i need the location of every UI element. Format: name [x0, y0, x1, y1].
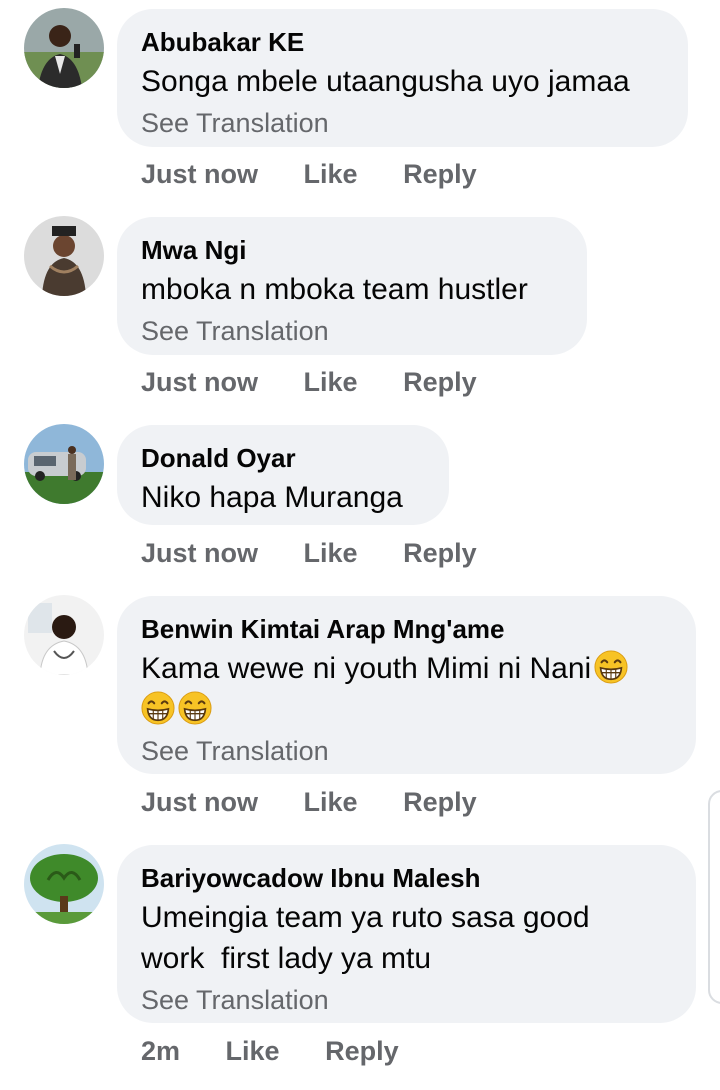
- reply-button[interactable]: Reply: [403, 538, 477, 569]
- avatar[interactable]: [24, 216, 104, 296]
- comment-text: Songa mbele utaangusha uyo jamaa: [141, 65, 630, 98]
- comment-bubble: Donald Oyar Niko hapa Muranga: [117, 425, 449, 525]
- reply-button[interactable]: Reply: [403, 367, 477, 398]
- reply-button[interactable]: Reply: [403, 159, 477, 190]
- comment-actions: Just now Like Reply: [141, 159, 477, 190]
- avatar[interactable]: [24, 595, 104, 675]
- see-translation-link[interactable]: See Translation: [141, 734, 672, 768]
- author-name[interactable]: Abubakar KE: [141, 27, 664, 57]
- like-button[interactable]: Like: [304, 367, 358, 398]
- timestamp: Just now: [141, 538, 259, 568]
- see-translation-link[interactable]: See Translation: [141, 983, 672, 1017]
- timestamp: Just now: [141, 787, 259, 817]
- like-button[interactable]: Like: [304, 787, 358, 818]
- avatar[interactable]: [24, 8, 104, 88]
- comment-text: mboka n mboka team hustler: [141, 273, 528, 306]
- comment-text: Niko hapa Muranga: [141, 481, 403, 514]
- comment-text-line: Umeingia team ya ruto sasa good: [141, 901, 590, 934]
- edge-scroll-handle[interactable]: [708, 790, 720, 1004]
- grinning-face-emoji-icon: [178, 691, 212, 725]
- comment-bubble: Abubakar KE Songa mbele utaangusha uyo j…: [117, 9, 688, 147]
- reply-button[interactable]: Reply: [403, 787, 477, 818]
- comment-bubble: Benwin Kimtai Arap Mng'ame Kama wewe ni …: [117, 596, 696, 774]
- comment-actions: Just now Like Reply: [141, 367, 477, 398]
- like-button[interactable]: Like: [304, 159, 358, 190]
- timestamp: Just now: [141, 367, 259, 397]
- reply-button[interactable]: Reply: [325, 1036, 399, 1067]
- see-translation-link[interactable]: See Translation: [141, 106, 664, 140]
- avatar[interactable]: [24, 424, 104, 504]
- comment-text: Umeingia team ya ruto sasa good work fir…: [141, 897, 672, 979]
- comment-actions: Just now Like Reply: [141, 538, 477, 569]
- comment-actions: Just now Like Reply: [141, 787, 477, 818]
- grinning-face-emoji-icon: [141, 691, 175, 725]
- like-button[interactable]: Like: [304, 538, 358, 569]
- author-name[interactable]: Donald Oyar: [141, 443, 425, 473]
- comment-bubble: Bariyowcadow Ibnu Malesh Umeingia team y…: [117, 845, 696, 1023]
- author-name[interactable]: Benwin Kimtai Arap Mng'ame: [141, 614, 672, 644]
- timestamp: 2m: [141, 1036, 181, 1066]
- comment-text-content: Kama wewe ni youth Mimi ni Nani: [141, 652, 592, 685]
- comment-bubble: Mwa Ngi mboka n mboka team hustler See T…: [117, 217, 587, 355]
- comment-text-line: work first lady ya mtu: [141, 942, 432, 975]
- grinning-face-emoji-icon: [594, 650, 628, 684]
- author-name[interactable]: Bariyowcadow Ibnu Malesh: [141, 863, 672, 893]
- avatar[interactable]: [24, 844, 104, 924]
- like-button[interactable]: Like: [226, 1036, 280, 1067]
- timestamp: Just now: [141, 159, 259, 189]
- comment-actions: 2m Like Reply: [141, 1036, 399, 1067]
- comment-text: Kama wewe ni youth Mimi ni Nani: [141, 648, 672, 730]
- author-name[interactable]: Mwa Ngi: [141, 235, 563, 265]
- see-translation-link[interactable]: See Translation: [141, 314, 563, 348]
